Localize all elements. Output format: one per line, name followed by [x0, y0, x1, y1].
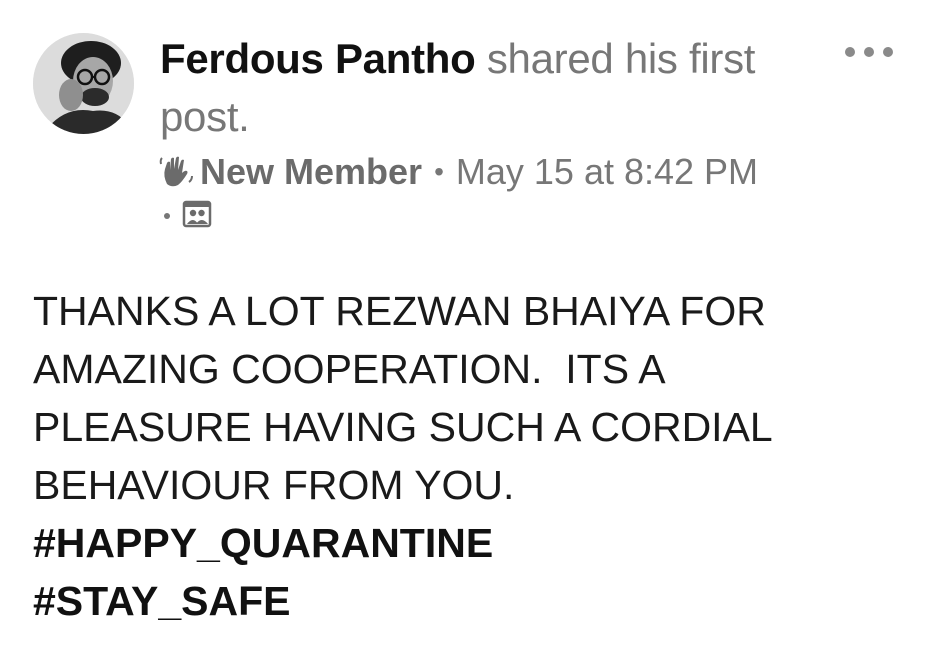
post-body: THANKS A LOT REZWAN BHAIYA FOR AMAZING C… [33, 282, 913, 630]
post-body-line: BEHAVIOUR FROM YOU. [33, 462, 515, 508]
author-name[interactable]: Ferdous Pantho [160, 35, 476, 82]
more-options-button[interactable] [845, 42, 893, 62]
post-privacy [164, 198, 212, 234]
post-meta: New Member • May 15 at 8:42 PM [158, 150, 758, 194]
author-avatar[interactable] [33, 33, 134, 134]
avatar-photo [33, 33, 134, 134]
post-timestamp[interactable]: May 15 at 8:42 PM [456, 151, 758, 193]
hashtag-stay-safe[interactable]: #STAY_SAFE [33, 572, 913, 630]
post-header: Ferdous Pantho shared his first post. [160, 30, 760, 146]
wave-hand-icon [158, 154, 194, 190]
privacy-separator [164, 213, 170, 219]
meta-separator: • [434, 156, 444, 187]
group-members-icon[interactable] [182, 199, 212, 234]
post-body-line: THANKS A LOT REZWAN BHAIYA FOR [33, 288, 766, 334]
more-options-icon [845, 47, 855, 57]
post-body-line: AMAZING COOPERATION. ITS A [33, 346, 666, 392]
hashtag-happy-quarantine[interactable]: #HAPPY_QUARANTINE [33, 514, 913, 572]
post-body-line: PLEASURE HAVING SUCH A CORDIAL [33, 404, 773, 450]
new-member-badge: New Member [200, 151, 423, 192]
feed-post: Ferdous Pantho shared his first post. Ne… [0, 0, 945, 648]
